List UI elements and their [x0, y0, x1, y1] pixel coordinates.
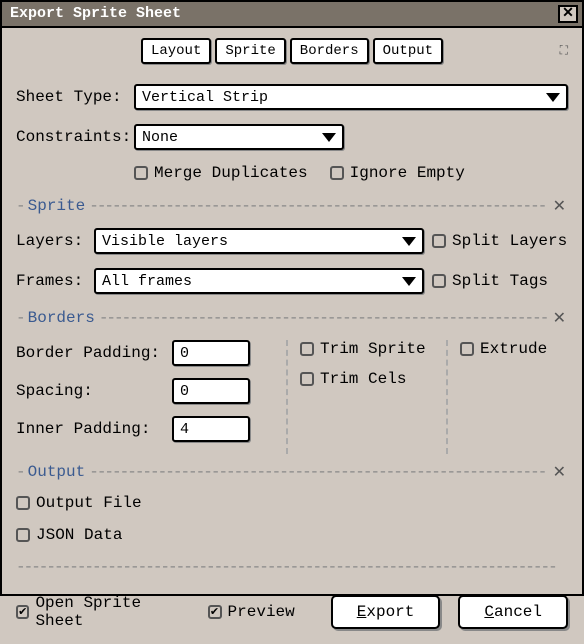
checkbox-icon	[300, 372, 314, 386]
checkbox-icon	[16, 528, 30, 542]
border-padding-input[interactable]	[172, 340, 250, 366]
checkbox-icon	[134, 166, 148, 180]
checkbox-icon	[460, 342, 474, 356]
preview-checkbox[interactable]: Preview	[208, 603, 295, 621]
merge-duplicates-label: Merge Duplicates	[154, 164, 308, 182]
section-borders-close[interactable]: ✕	[551, 308, 568, 328]
split-layers-checkbox[interactable]: Split Layers	[432, 232, 567, 250]
output-file-checkbox[interactable]: Output File	[16, 494, 142, 512]
chevron-down-icon	[546, 93, 560, 102]
chevron-down-icon	[402, 277, 416, 286]
cancel-button[interactable]: Cancel	[458, 595, 568, 629]
sheet-type-select[interactable]: Vertical Strip	[134, 84, 568, 110]
split-tags-checkbox[interactable]: Split Tags	[432, 272, 548, 290]
trim-cels-checkbox[interactable]: Trim Cels	[300, 370, 406, 388]
section-sprite-close[interactable]: ✕	[551, 196, 568, 216]
checkbox-icon	[330, 166, 344, 180]
tabs-row: Layout Sprite Borders Output ⛶	[16, 38, 568, 64]
constraints-label: Constraints:	[16, 128, 126, 146]
inner-padding-input[interactable]	[172, 416, 250, 442]
layers-select[interactable]: Visible layers	[94, 228, 424, 254]
constraints-value: None	[142, 129, 316, 146]
tab-output[interactable]: Output	[373, 38, 443, 64]
chevron-down-icon	[322, 133, 336, 142]
split-layers-label: Split Layers	[452, 232, 567, 250]
checkbox-icon	[300, 342, 314, 356]
close-icon[interactable]: ✕	[558, 5, 578, 23]
titlebar: Export Sprite Sheet ✕	[2, 2, 582, 28]
export-button[interactable]: Export	[331, 595, 441, 629]
tab-layout[interactable]: Layout	[141, 38, 211, 64]
open-sprite-sheet-label: Open Sprite Sheet	[35, 594, 189, 630]
section-output-title: Output	[28, 463, 86, 481]
section-borders: - Borders ------------------------------…	[16, 308, 568, 328]
spacing-input[interactable]	[172, 378, 250, 404]
chevron-down-icon	[402, 237, 416, 246]
section-output: - Output -------------------------------…	[16, 462, 568, 482]
json-data-checkbox[interactable]: JSON Data	[16, 526, 122, 544]
trim-cels-label: Trim Cels	[320, 370, 406, 388]
window-title: Export Sprite Sheet	[10, 1, 181, 27]
tab-sprite[interactable]: Sprite	[215, 38, 285, 64]
output-file-label: Output File	[36, 494, 142, 512]
frames-select[interactable]: All frames	[94, 268, 424, 294]
sheet-type-value: Vertical Strip	[142, 89, 540, 106]
merge-duplicates-checkbox[interactable]: Merge Duplicates	[134, 164, 308, 182]
frames-value: All frames	[102, 273, 396, 290]
inner-padding-label: Inner Padding:	[16, 420, 166, 438]
extrude-checkbox[interactable]: Extrude	[460, 340, 547, 358]
extrude-label: Extrude	[480, 340, 547, 358]
constraints-select[interactable]: None	[134, 124, 344, 150]
sheet-type-label: Sheet Type:	[16, 88, 126, 106]
section-sprite: - Sprite -------------------------------…	[16, 196, 568, 216]
ignore-empty-label: Ignore Empty	[350, 164, 465, 182]
divider: ----------------------------------------…	[16, 558, 568, 576]
checkbox-icon	[432, 274, 446, 288]
section-output-close[interactable]: ✕	[551, 462, 568, 482]
checkbox-icon	[432, 234, 446, 248]
checkbox-icon	[16, 496, 30, 510]
open-sprite-sheet-checkbox[interactable]: Open Sprite Sheet	[16, 594, 190, 630]
ignore-empty-checkbox[interactable]: Ignore Empty	[330, 164, 465, 182]
layers-label: Layers:	[16, 232, 86, 250]
spacing-label: Spacing:	[16, 382, 166, 400]
section-borders-title: Borders	[28, 309, 95, 327]
layers-value: Visible layers	[102, 233, 396, 250]
frames-label: Frames:	[16, 272, 86, 290]
split-tags-label: Split Tags	[452, 272, 548, 290]
trim-sprite-checkbox[interactable]: Trim Sprite	[300, 340, 426, 358]
preview-label: Preview	[228, 603, 295, 621]
checkbox-icon	[16, 605, 29, 619]
json-data-label: JSON Data	[36, 526, 122, 544]
tab-borders[interactable]: Borders	[290, 38, 369, 64]
border-padding-label: Border Padding:	[16, 344, 166, 362]
checkbox-icon	[208, 605, 222, 619]
section-sprite-title: Sprite	[28, 197, 86, 215]
dialog-content: Layout Sprite Borders Output ⛶ Sheet Typ…	[2, 28, 582, 644]
expand-icon[interactable]: ⛶	[560, 44, 568, 58]
trim-sprite-label: Trim Sprite	[320, 340, 426, 358]
